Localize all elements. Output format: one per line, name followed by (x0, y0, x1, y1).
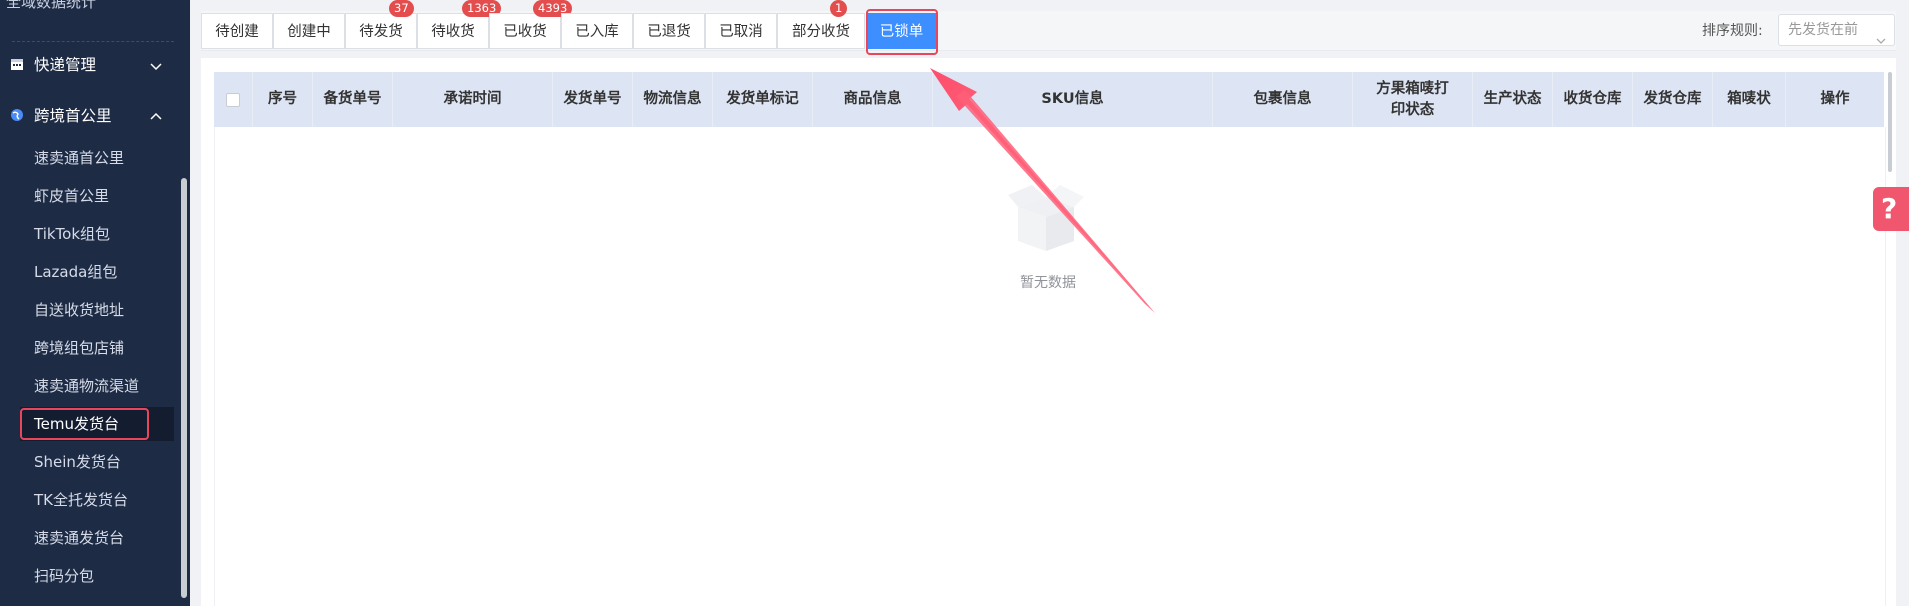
column-header[interactable]: 操作 (1786, 72, 1884, 127)
column-header[interactable]: 包裹信息 (1213, 72, 1353, 127)
sidebar-group-crossborder[interactable]: 跨境首公里 (0, 98, 190, 132)
sidebar-divider (12, 41, 174, 42)
empty-state-text: 暂无数据 (1020, 275, 1076, 291)
count-badge: 1 (830, 0, 848, 17)
column-header[interactable]: 物流信息 (633, 72, 713, 127)
tab-label: 部分收货 (792, 24, 850, 40)
sidebar-item-self-delivery-address[interactable]: 自送收货地址 (20, 293, 174, 327)
column-header[interactable]: 发货单标记 (713, 72, 813, 127)
tab-label: 已取消 (719, 24, 763, 40)
sidebar-item-stats[interactable]: 全域数据统计 (6, 0, 96, 12)
column-header[interactable]: 方果箱唛打印状态 (1353, 72, 1473, 127)
column-header[interactable]: 箱唛状 (1713, 72, 1786, 127)
tab-label: 已入库 (575, 24, 619, 40)
tab-label: 待发货 (359, 24, 403, 40)
empty-box-icon (1008, 183, 1084, 255)
sidebar-item-aliexpress-shipping[interactable]: 速卖通发货台 (20, 521, 174, 555)
sidebar-item-shein-shipping[interactable]: Shein发货台 (20, 445, 174, 479)
tab-partially-received[interactable]: 部分收货 1 (777, 0, 865, 49)
tab-label: 待收货 (431, 24, 475, 40)
tab-warehoused[interactable]: 已入库 (561, 13, 633, 49)
sort-label: 排序规则: (1702, 23, 1763, 39)
sidebar-item-aliexpress-firstmile[interactable]: 速卖通首公里 (20, 141, 174, 175)
tab-label: 已收货 (503, 24, 547, 40)
tab-received[interactable]: 已收货 4393 (489, 0, 573, 49)
tab-to-ship[interactable]: 待发货 37 (345, 0, 417, 49)
sidebar: 全域数据统计 快递管理 跨境首公里 速卖通首公里 虾皮首公里 TikTok组包 … (0, 0, 190, 606)
tab-returned[interactable]: 已退货 (633, 13, 705, 49)
sidebar-item-aliexpress-channels[interactable]: 速卖通物流渠道 (20, 369, 174, 403)
tab-to-receive[interactable]: 待收货 1363 (417, 0, 502, 49)
chevron-down-icon (150, 58, 162, 71)
tab-locked[interactable]: 已锁单 (867, 13, 936, 49)
table-scrollbar[interactable] (1888, 72, 1892, 172)
sidebar-group-label: 跨境首公里 (34, 107, 112, 125)
column-header[interactable]: 承诺时间 (393, 72, 553, 127)
help-button[interactable]: ? (1873, 187, 1909, 231)
select-all-checkbox[interactable] (226, 92, 240, 107)
count-badge: 37 (389, 0, 414, 17)
column-header[interactable]: 收货仓库 (1553, 72, 1633, 127)
tab-label: 待创建 (215, 24, 259, 40)
chevron-up-icon (150, 109, 162, 121)
column-header[interactable]: 备货单号 (313, 72, 393, 127)
tab-to-create[interactable]: 待创建 (201, 13, 273, 49)
status-tabbar: 待创建 创建中 待发货 37 待收货 1363 已收货 4393 已入库 已退货… (201, 0, 1896, 51)
sidebar-item-tk-shipping[interactable]: TK全托发货台 (20, 483, 174, 517)
tab-label: 已退货 (647, 24, 691, 40)
column-header[interactable]: 商品信息 (813, 72, 933, 127)
sidebar-scrollbar[interactable] (181, 178, 187, 598)
sidebar-group-express[interactable]: 快递管理 (0, 47, 190, 81)
chevron-down-icon (1876, 26, 1886, 44)
sidebar-item-scan-split[interactable]: 扫码分包 (20, 559, 174, 593)
sidebar-group-label: 快递管理 (34, 56, 97, 74)
tab-label: 创建中 (287, 24, 331, 40)
globe-icon (10, 108, 24, 122)
sidebar-item-tiktok-pack[interactable]: TikTok组包 (20, 217, 174, 251)
tab-label: 已锁单 (879, 24, 924, 40)
sort-select[interactable]: 先发货在前 (1778, 14, 1895, 46)
help-label: ? (1881, 192, 1898, 225)
sidebar-item-lazada-pack[interactable]: Lazada组包 (20, 255, 174, 289)
table-header: 序号 备货单号 承诺时间 发货单号 物流信息 发货单标记 商品信息 SKU信息 … (214, 72, 1884, 127)
sidebar-item-crossborder-shops[interactable]: 跨境组包店铺 (20, 331, 174, 365)
sort-select-value: 先发货在前 (1788, 22, 1858, 38)
tab-cancelled[interactable]: 已取消 (705, 13, 777, 49)
column-header[interactable]: 发货单号 (553, 72, 633, 127)
sidebar-item-shopee-firstmile[interactable]: 虾皮首公里 (20, 179, 174, 213)
column-header[interactable]: 序号 (253, 72, 313, 127)
column-header[interactable]: 发货仓库 (1633, 72, 1713, 127)
sidebar-item-temu-shipping[interactable]: Temu发货台 (20, 407, 174, 441)
select-all-cell (214, 72, 253, 127)
column-header[interactable]: SKU信息 (933, 72, 1213, 127)
calendar-icon (10, 57, 24, 71)
tab-creating[interactable]: 创建中 (273, 13, 345, 49)
column-header[interactable]: 生产状态 (1473, 72, 1553, 127)
